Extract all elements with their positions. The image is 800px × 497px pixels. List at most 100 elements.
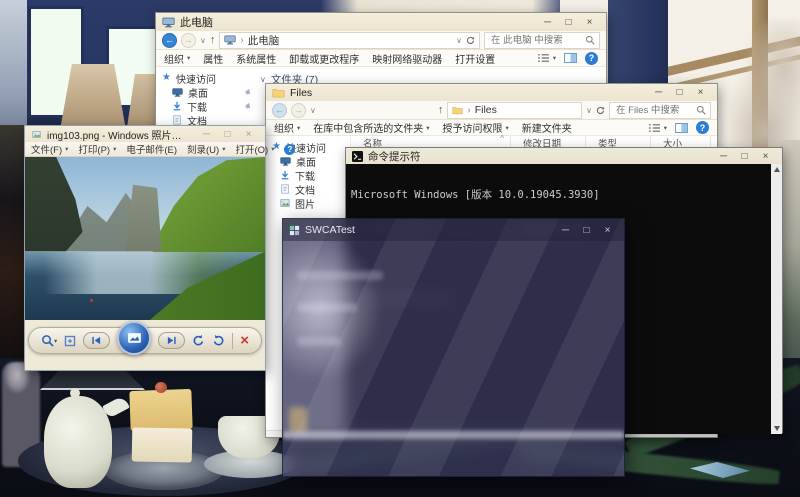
photo-red-detail [90, 299, 93, 302]
computer-icon [162, 17, 175, 28]
previous-button[interactable] [83, 332, 110, 349]
toolbar-divider [232, 333, 233, 349]
sidebar-item-quick-access[interactable]: ★ 快速访问 [156, 71, 256, 85]
scroll-down-icon[interactable] [774, 426, 780, 431]
toolbar-item-organize[interactable]: 组织▾ [164, 51, 190, 66]
close-button[interactable]: × [238, 129, 259, 140]
next-button[interactable] [158, 332, 185, 349]
address-dropdown-icon[interactable]: ∨ [456, 36, 462, 45]
window-title: Files [290, 87, 312, 99]
address-bar[interactable]: › Files [447, 102, 582, 119]
rotate-clockwise-button[interactable] [212, 334, 225, 347]
menu-print[interactable]: 打印(P)▾ [78, 142, 116, 156]
titlebar[interactable]: 命令提示符 ─ □ × [346, 148, 782, 164]
zoom-button[interactable]: ▾ [41, 334, 57, 347]
help-icon[interactable]: ? [585, 52, 598, 65]
sidebar-item-desktop[interactable]: 桌面 [266, 154, 350, 168]
search-icon[interactable] [696, 105, 706, 115]
maximize-button[interactable]: □ [558, 17, 579, 28]
wallpaper-cake [132, 427, 193, 462]
window-title: SWCATest [305, 224, 355, 236]
close-button[interactable]: × [755, 151, 776, 162]
window-title: 此电脑 [180, 14, 213, 30]
minimize-button[interactable]: ─ [196, 129, 217, 140]
toolbar-item-uninstall-program[interactable]: 卸载或更改程序 [289, 51, 359, 66]
minimize-button[interactable]: ─ [555, 225, 576, 236]
chevron-down-icon: ▾ [506, 124, 509, 132]
toolbar-item-map-network-drive[interactable]: 映射网络驱动器 [372, 51, 442, 66]
history-chevron-icon[interactable]: ∨ [200, 36, 206, 45]
maximize-button[interactable]: □ [217, 129, 238, 140]
titlebar[interactable]: 此电脑 ─ □ × [156, 13, 606, 31]
maximize-button[interactable]: □ [669, 87, 690, 98]
desktop-icon [280, 157, 291, 166]
toolbar-item-new-folder[interactable]: 新建文件夹 [522, 120, 572, 135]
sidebar-item-quick-access[interactable]: ★ 快速访问 [266, 140, 350, 154]
chevron-down-icon: ▾ [54, 337, 57, 345]
toolbar-item-system-properties[interactable]: 系统属性 [236, 51, 276, 66]
toolbar-item-open-settings[interactable]: 打开设置 [455, 51, 495, 66]
breadcrumb-separator: › [467, 105, 470, 116]
wallpaper-cake [129, 389, 192, 431]
swca-blurred-item [297, 337, 341, 346]
menu-file[interactable]: 文件(F)▾ [31, 142, 68, 156]
up-button[interactable]: ↑ [210, 34, 216, 46]
toolbar-item-properties[interactable]: 属性 [203, 51, 223, 66]
search-input[interactable] [614, 104, 693, 117]
views-icon[interactable]: ▾ [648, 123, 667, 133]
close-button[interactable]: × [597, 225, 618, 236]
history-chevron-icon[interactable]: ∨ [310, 106, 316, 115]
swca-blurred-folder [289, 407, 307, 433]
breadcrumb[interactable]: 此电脑 [248, 33, 280, 48]
forward-button[interactable]: ← [291, 103, 306, 118]
folder-icon [272, 88, 285, 98]
close-button[interactable]: × [690, 87, 711, 98]
close-button[interactable]: × [579, 17, 600, 28]
back-button[interactable]: ← [162, 33, 177, 48]
minimize-button[interactable]: ─ [713, 151, 734, 162]
views-icon[interactable]: ▾ [537, 53, 556, 63]
slideshow-button[interactable] [117, 321, 151, 355]
minimize-button[interactable]: ─ [648, 87, 669, 98]
address-bar[interactable]: › 此电脑 ∨ [219, 32, 480, 49]
toolbar-item-organize[interactable]: 组织▾ [274, 120, 300, 135]
breadcrumb[interactable]: Files [475, 104, 497, 116]
desktop: 此电脑 ─ □ × ← ← ∨ ↑ › 此电脑 ∨ [0, 0, 800, 497]
pin-icon [242, 86, 253, 97]
scroll-up-icon[interactable] [774, 167, 780, 172]
up-button[interactable]: ↑ [438, 104, 444, 116]
help-icon[interactable]: ? [696, 121, 709, 134]
search-box [484, 32, 600, 49]
preview-pane-icon[interactable] [564, 53, 577, 63]
maximize-button[interactable]: □ [734, 151, 755, 162]
help-icon[interactable]: ? [284, 144, 295, 155]
sidebar-item-pictures[interactable]: 图片 [266, 196, 350, 210]
photo-image [25, 157, 265, 320]
titlebar[interactable]: SWCATest ─ □ × [283, 219, 624, 241]
toolbar-item-give-access[interactable]: 授予访问权限▾ [443, 120, 509, 135]
menu-burn[interactable]: 刻录(U)▾ [187, 142, 225, 156]
back-button[interactable]: ← [272, 103, 287, 118]
minimize-button[interactable]: ─ [537, 17, 558, 28]
maximize-button[interactable]: □ [576, 225, 597, 236]
titlebar[interactable]: img103.png - Windows 照片查看器 ─ □ × [25, 126, 265, 142]
sidebar-item-downloads[interactable]: 下载 [266, 168, 350, 182]
refresh-icon[interactable] [596, 106, 605, 115]
search-icon[interactable] [585, 35, 595, 45]
scrollbar[interactable] [771, 164, 782, 434]
search-input[interactable] [489, 34, 582, 47]
address-dropdown-icon[interactable]: ∨ [586, 106, 592, 115]
forward-button[interactable]: ← [181, 33, 196, 48]
delete-button[interactable]: × [240, 333, 249, 348]
sidebar-item-desktop[interactable]: 桌面 [156, 85, 256, 99]
titlebar[interactable]: Files ─ □ × [266, 84, 717, 101]
sidebar-item-downloads[interactable]: 下载 [156, 99, 256, 113]
menu-email[interactable]: 电子邮件(E) [126, 142, 177, 156]
preview-pane-icon[interactable] [675, 123, 688, 133]
actual-size-button[interactable] [64, 335, 76, 347]
menu-open[interactable]: 打开(O)▾ [235, 142, 274, 156]
sidebar-item-documents[interactable]: 文档 [266, 182, 350, 196]
rotate-counterclockwise-button[interactable] [192, 334, 205, 347]
refresh-icon[interactable] [466, 36, 475, 45]
toolbar-item-include-in-library[interactable]: 在库中包含所选的文件夹▾ [313, 120, 429, 135]
